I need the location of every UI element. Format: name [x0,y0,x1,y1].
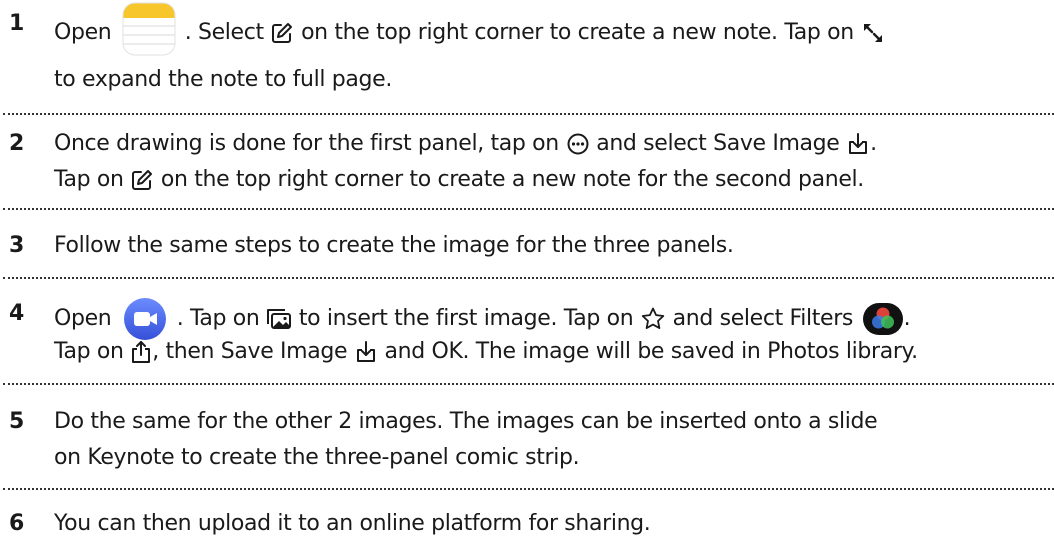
save-image-icon [846,132,870,156]
step-1-line-1: Open . Select on the top right corner to… [54,2,885,60]
separator [3,208,1054,210]
step-1-line-2: to expand the note to full page. [54,67,392,92]
step-number: 1 [9,11,25,36]
instruction-steps: 1 Open . Select on the top right corner … [0,0,1054,536]
step-number: 4 [9,301,25,326]
step-5-line-1: Do the same for the other 2 images. The … [54,409,878,434]
share-icon [130,340,152,364]
filters-icon [862,302,904,336]
step-3-line-1: Follow the same steps to create the imag… [54,233,734,258]
step-2-line-2: Tap on on the top right corner to create… [54,167,864,192]
more-icon [566,132,590,156]
step-number: 2 [9,131,25,156]
compose-icon [130,168,154,192]
step-number: 5 [9,409,25,434]
photo-library-icon [266,307,292,331]
compose-icon [270,21,294,45]
step-number: 6 [9,511,25,536]
step-6-line-1: You can then upload it to an online plat… [54,511,651,536]
notes-app-icon [122,2,176,56]
save-image-icon [354,340,378,364]
step-number: 3 [9,233,25,258]
separator [3,488,1054,490]
separator [3,277,1054,279]
expand-icon [861,21,885,45]
step-5-line-2: on Keynote to create the three-panel com… [54,445,580,470]
step-4-line-2: Tap on , then Save Image and OK. The ima… [54,339,918,364]
step-2-line-1: Once drawing is done for the first panel… [54,131,877,156]
separator [3,383,1054,385]
separator [3,113,1054,115]
star-icon [640,306,666,332]
